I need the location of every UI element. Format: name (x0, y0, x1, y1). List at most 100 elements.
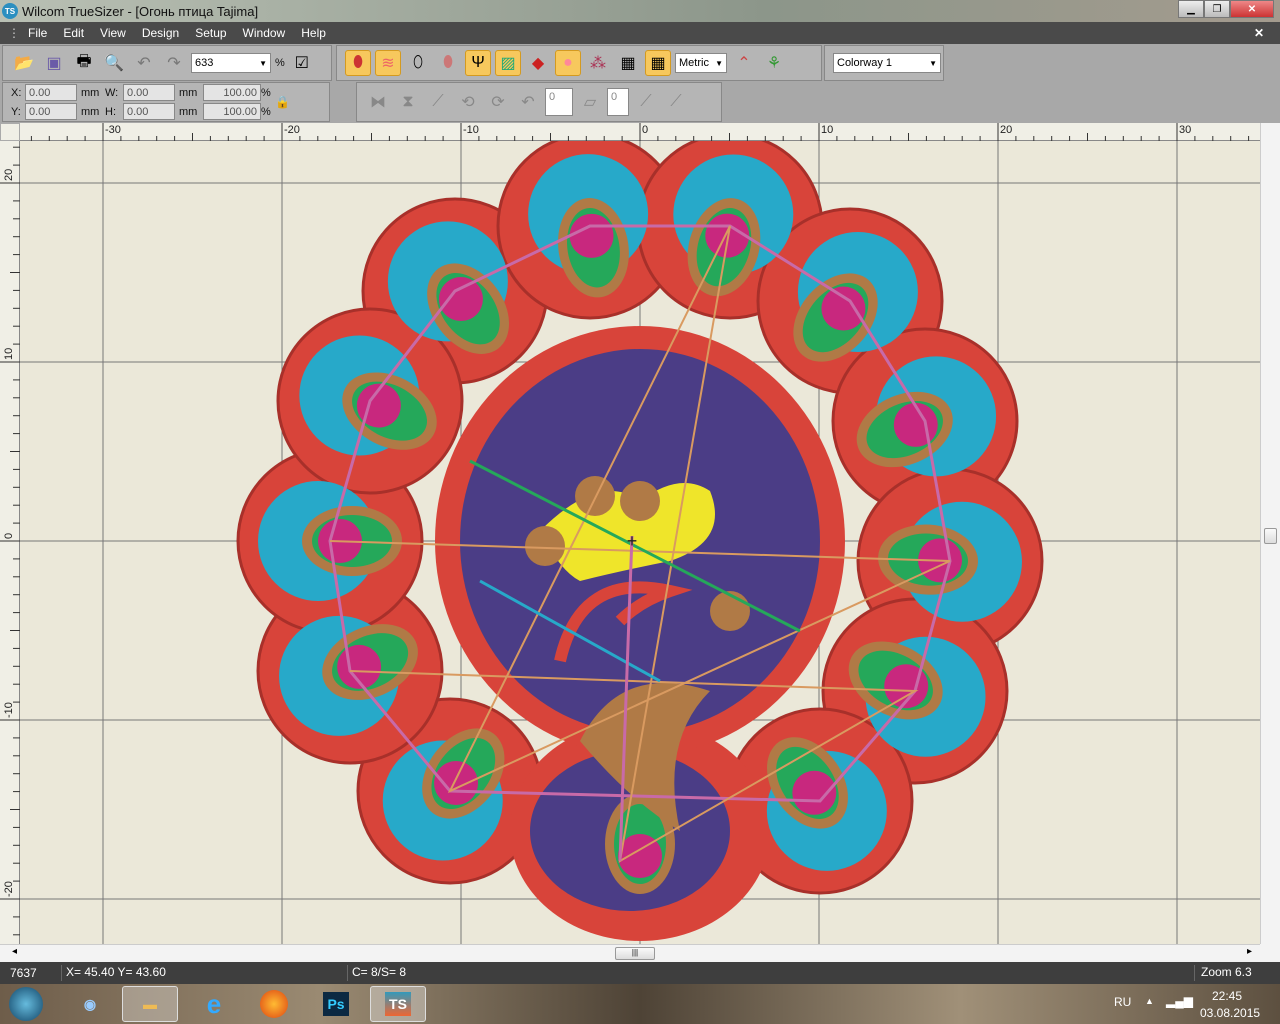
slant-icon[interactable]: ▱ (577, 89, 603, 115)
taskbar-app-icon[interactable]: ◉ (62, 986, 118, 1022)
x-label: X: (11, 86, 22, 99)
slant-angle-field[interactable]: 0 (607, 88, 629, 116)
w-pct-unit: % (261, 86, 271, 99)
ruler-label: 0 (642, 124, 648, 136)
show-fabric-icon[interactable]: ≋ (375, 50, 401, 76)
show-3d-icon[interactable]: ⬮ (435, 50, 461, 76)
properties-icon[interactable]: ☑ (289, 50, 315, 76)
ruler-label: 20 (1000, 124, 1012, 136)
width-percent-field[interactable]: 100.00 (203, 84, 261, 101)
start-button[interactable] (0, 986, 52, 1022)
print-preview-icon[interactable]: 🔍 (101, 50, 127, 76)
units-select[interactable]: Metric ▼ (675, 53, 727, 73)
design-canvas[interactable]: + (20, 141, 1260, 944)
taskbar-truesizer[interactable]: TS (370, 986, 426, 1022)
show-bling-icon[interactable]: ⁂ (585, 50, 611, 76)
grid-snap-icon[interactable]: ▦ (645, 50, 671, 76)
colorway-select[interactable]: Colorway 1 ▼ (833, 53, 941, 73)
mirror-horizontal-icon[interactable]: ⧓ (365, 89, 391, 115)
transform-toolbar: ⧓ ⧗ ⟋ ⟲ ⟳ ↶ 0 ▱ 0 ⟋ ⟋ (356, 82, 722, 122)
show-appliques-icon[interactable]: ● (555, 50, 581, 76)
menu-bar: ⋮ File Edit View Design Setup Window Hel… (0, 22, 1280, 44)
menu-design[interactable]: Design (142, 26, 179, 40)
mirror-line-icon[interactable]: ⟋ (425, 89, 451, 115)
windows-logo-icon (9, 987, 43, 1021)
app-logo-icon: TS (2, 3, 18, 19)
horizontal-scroll-thumb[interactable]: ||| (615, 947, 655, 960)
stitch-player-icon[interactable]: ⚘ (761, 50, 787, 76)
menu-view[interactable]: View (100, 26, 126, 40)
y-label: Y: (11, 105, 21, 118)
clock-date[interactable]: 03.08.2015 (1200, 1006, 1260, 1020)
title-bar: TS Wilcom TrueSizer - [Огонь птица Tajim… (0, 0, 1280, 22)
menu-edit[interactable]: Edit (63, 26, 84, 40)
taskbar-photoshop[interactable]: Ps (308, 986, 364, 1022)
units-value: Metric (679, 57, 709, 69)
clock-time[interactable]: 22:45 (1212, 989, 1242, 1003)
colorway-toolbar: Colorway 1 ▼ (824, 45, 944, 81)
y-field[interactable]: 0.00 (25, 103, 77, 120)
rotate-by-angle-icon[interactable]: ⟋ (663, 89, 689, 115)
print-icon[interactable]: 🖶 (71, 50, 97, 76)
measure-icon[interactable]: ⌃ (731, 50, 757, 76)
zoom-input[interactable]: 633 ▼ (191, 53, 271, 73)
w-label: W: (105, 86, 119, 99)
petal-magenta (434, 761, 479, 806)
taskbar-ie[interactable]: e (186, 986, 242, 1022)
minimize-button[interactable]: ▁ (1178, 0, 1204, 18)
rotate-by-10-icon[interactable]: ⟋ (633, 89, 659, 115)
transform-fields: X: 0.00 mm W: 0.00 mm 100.00 % 🔒 Y: 0.00… (2, 82, 330, 122)
standard-toolbar: 📂 ▣ 🖶 🔍 ↶ ↷ 633 ▼ % ☑ (2, 45, 332, 81)
ruler-label: -30 (105, 124, 121, 136)
vertical-scrollbar[interactable] (1260, 123, 1280, 944)
open-folder-icon[interactable]: 📂 (11, 50, 37, 76)
needle-points-icon[interactable]: Ψ (465, 50, 491, 76)
color-stop-count: C= 8/S= 8 (347, 965, 406, 981)
rotate-icon[interactable]: ↶ (515, 89, 541, 115)
redo-icon[interactable]: ↷ (161, 50, 187, 76)
petal-magenta (893, 402, 938, 447)
menu-setup[interactable]: Setup (195, 26, 226, 40)
rotate-right-icon[interactable]: ⟳ (485, 89, 511, 115)
rotate-angle-field[interactable]: 0 (545, 88, 573, 116)
zoom-level: Zoom 6.3 (1194, 965, 1252, 981)
close-button[interactable]: ✕ (1230, 0, 1274, 18)
width-field[interactable]: 0.00 (123, 84, 175, 101)
show-grid-icon[interactable]: ▦ (615, 50, 641, 76)
w-unit: mm (179, 86, 198, 99)
document-close-button[interactable]: ✕ (1254, 26, 1264, 40)
folder-icon: ▬ (143, 996, 157, 1012)
stitch-count: 7637 (10, 966, 37, 980)
lock-proportions-icon[interactable]: 🔒 (275, 95, 299, 109)
horizontal-scrollbar[interactable]: ◂ ||| ▸ (0, 944, 1260, 962)
language-indicator[interactable]: RU (1114, 995, 1131, 1009)
vertical-scroll-thumb[interactable] (1264, 528, 1277, 544)
h-label: H: (105, 105, 116, 118)
tray-expand-icon[interactable]: ▲ (1145, 996, 1154, 1006)
height-field[interactable]: 0.00 (123, 103, 175, 120)
x-field[interactable]: 0.00 (25, 84, 77, 101)
bird-knot (620, 481, 660, 521)
show-images-icon[interactable]: ▨ (495, 50, 521, 76)
taskbar-explorer[interactable]: ▬ (122, 986, 178, 1022)
show-stitches-icon[interactable]: ⬮ (345, 50, 371, 76)
ruler-label: -20 (3, 881, 15, 897)
rotate-left-icon[interactable]: ⟲ (455, 89, 481, 115)
network-icon[interactable]: ▂▄▆ (1166, 994, 1193, 1008)
undo-icon[interactable]: ↶ (131, 50, 157, 76)
window-title: Wilcom TrueSizer - [Огонь птица Tajima] (22, 3, 259, 19)
mirror-vertical-icon[interactable]: ⧗ (395, 89, 421, 115)
save-icon[interactable]: ▣ (41, 50, 67, 76)
show-outlines-icon[interactable]: ⬯ (405, 50, 431, 76)
ie-icon: e (206, 988, 222, 1019)
taskbar-firefox[interactable] (246, 986, 302, 1022)
height-percent-field[interactable]: 100.00 (203, 103, 261, 120)
ruler-label: 0 (3, 533, 15, 539)
menu-file[interactable]: File (28, 26, 47, 40)
menu-window[interactable]: Window (243, 26, 286, 40)
ruler-label: -10 (463, 124, 479, 136)
menu-help[interactable]: Help (301, 26, 326, 40)
show-objects-icon[interactable]: ◆ (525, 50, 551, 76)
restore-button[interactable]: ❐ (1204, 0, 1230, 18)
ruler-label: 20 (3, 169, 15, 181)
